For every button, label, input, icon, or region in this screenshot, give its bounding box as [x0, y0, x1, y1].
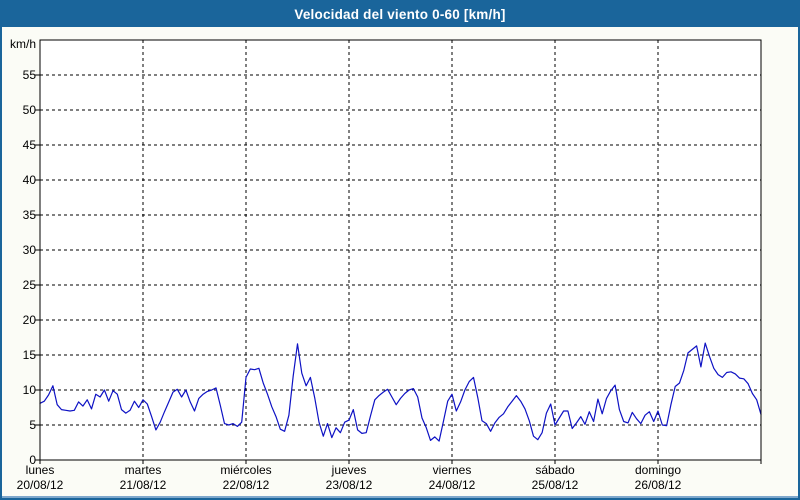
y-tick-label: 55: [22, 68, 36, 82]
day-label: lunes 20/08/12: [0, 463, 95, 493]
y-tick-label: 20: [22, 313, 36, 327]
y-axis-unit-label: km/h: [9, 37, 36, 51]
day-date: 22/08/12: [222, 478, 270, 492]
day-date: 25/08/12: [531, 478, 579, 492]
y-tick-label: 5: [29, 418, 36, 432]
y-tick-label: 50: [22, 103, 36, 117]
day-name: sábado: [535, 463, 575, 477]
day-date: 20/08/12: [16, 478, 64, 492]
day-date: 24/08/12: [428, 478, 476, 492]
day-name: miércoles: [220, 463, 272, 477]
day-name: jueves: [331, 463, 367, 477]
weather-chart-window: Velocidad del viento 0-60 [km/h] km/h 05…: [0, 0, 800, 500]
day-name: domingo: [634, 463, 682, 477]
day-label: miércoles 22/08/12: [191, 463, 301, 493]
day-name: martes: [124, 463, 162, 477]
day-date: 21/08/12: [119, 478, 167, 492]
day-label: viernes 24/08/12: [397, 463, 507, 493]
chart-canvas: [0, 0, 800, 500]
chart-title: Velocidad del viento 0-60 [km/h]: [294, 7, 506, 22]
y-tick-label: 35: [22, 208, 36, 222]
day-date: 26/08/12: [634, 478, 682, 492]
y-tick-label: 30: [22, 243, 36, 257]
y-tick-label: 40: [22, 173, 36, 187]
day-date: 23/08/12: [325, 478, 373, 492]
window-titlebar: Velocidad del viento 0-60 [km/h]: [2, 2, 798, 27]
day-name: lunes: [25, 463, 55, 477]
day-label: domingo 26/08/12: [603, 463, 713, 493]
day-label: sábado 25/08/12: [500, 463, 610, 493]
y-tick-label: 45: [22, 138, 36, 152]
y-tick-label: 15: [22, 348, 36, 362]
day-label: martes 21/08/12: [88, 463, 198, 493]
y-tick-label: 25: [22, 278, 36, 292]
day-label: jueves 23/08/12: [294, 463, 404, 493]
day-name: viernes: [432, 463, 472, 477]
y-tick-label: 10: [22, 383, 36, 397]
